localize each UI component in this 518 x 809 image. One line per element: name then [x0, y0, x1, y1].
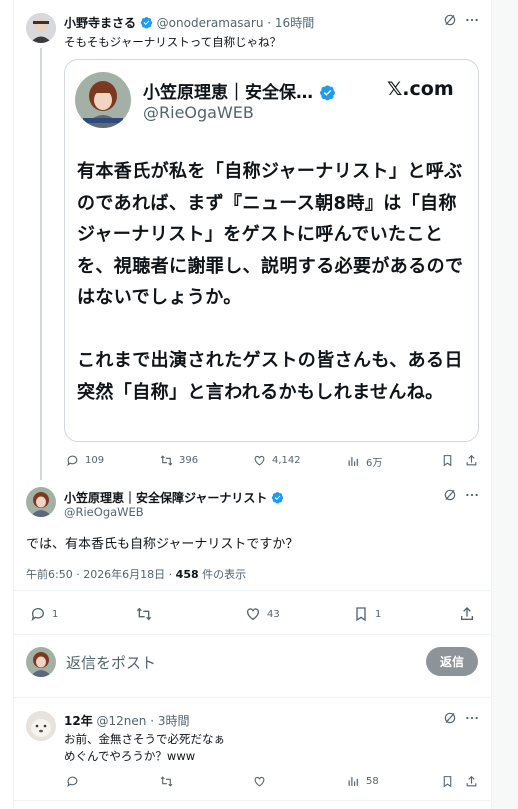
grok-icon[interactable] [443, 488, 457, 502]
post-time[interactable]: 16時間 [275, 16, 314, 30]
column-border-right [491, 0, 492, 809]
column-border-left [13, 0, 14, 809]
verified-badge-icon [272, 492, 284, 504]
quoted-author-handle: @RieOgaWEB [143, 103, 254, 122]
avatar[interactable] [26, 711, 56, 741]
views-count: 6万 [366, 458, 383, 469]
share-icon[interactable] [465, 454, 478, 467]
bookmark-icon[interactable] [441, 454, 454, 467]
quoted-paragraph: 有本香氏が私を「自称ジャーナリスト」と呼ぶのであれば、まず『ニュース朝8時』は「… [77, 161, 464, 308]
like-icon [247, 608, 259, 621]
author-handle[interactable]: @12nen [97, 714, 147, 728]
views-count: 458 [175, 568, 199, 581]
like-count: 43 [267, 608, 280, 620]
like-action[interactable]: 43 [245, 606, 280, 622]
repost-count: 396 [179, 455, 199, 466]
divider [14, 800, 491, 801]
repost-icon[interactable] [160, 775, 173, 788]
post-header: 12年 @12nen · 3時間 [64, 712, 190, 729]
share-icon[interactable] [459, 606, 475, 622]
bookmark-action[interactable]: 1 [353, 606, 381, 622]
bookmark-icon [356, 607, 366, 622]
quoted-avatar [75, 72, 131, 128]
verified-badge-icon [140, 17, 153, 29]
quoted-post-text: 有本香氏が私を「自称ジャーナリスト」と呼ぶのであれば、まず『ニュース朝8時』は「… [77, 156, 472, 440]
views-action[interactable]: 6万 [347, 454, 382, 469]
avatar[interactable] [26, 13, 56, 43]
conversation-page: 小野寺まさる @onoderamasaru · 16時間 そもそもジャーナリスト… [0, 0, 518, 809]
bookmark-count: 1 [375, 608, 382, 620]
reply-action[interactable]: 1 [30, 606, 58, 622]
separator-dot: · [150, 714, 155, 728]
post-header: 小野寺まさる @onoderamasaru · 16時間 [64, 14, 314, 31]
reply-count: 109 [85, 455, 105, 466]
avatar-photo [26, 711, 56, 741]
separator-dot: · [267, 16, 272, 30]
views-icon [348, 777, 358, 786]
reply-icon [31, 608, 44, 621]
author-name[interactable]: 小野寺まさる [64, 16, 136, 30]
avatar-photo [26, 487, 56, 517]
avatar-photo [26, 647, 56, 677]
post-timestamp[interactable]: 午前6:50 · 2026年6月18日 · [26, 568, 176, 581]
quoted-avatar-photo [75, 72, 131, 128]
bookmark-icon[interactable] [441, 775, 454, 788]
repost-icon [136, 607, 152, 621]
thread-connector-line [40, 48, 42, 480]
like-icon [254, 455, 265, 466]
post-text-line: めぐんでやろうか？www [64, 749, 196, 763]
divider [14, 590, 491, 591]
repost-action[interactable]: 396 [160, 454, 198, 467]
author-name[interactable]: 小笠原理恵｜安全保障ジャーナリスト [64, 491, 267, 505]
post-header: 小笠原理恵｜安全保障ジャーナリスト [64, 489, 284, 506]
views-action[interactable]: 58 [347, 775, 379, 788]
views-label: 件の表示 [198, 568, 247, 581]
grok-icon[interactable] [443, 13, 457, 27]
post-text: そもそもジャーナリストって自称じゃね？ [64, 35, 282, 49]
post-meta: 午前6:50 · 2026年6月18日 · 458 件の表示 [26, 566, 246, 582]
more-icon[interactable] [465, 713, 479, 723]
post-time[interactable]: 3時間 [158, 714, 190, 728]
repost-action[interactable] [136, 606, 158, 622]
reply-count: 1 [52, 608, 59, 620]
reply-input[interactable]: 返信をポスト [66, 652, 156, 673]
avatar[interactable] [26, 487, 56, 517]
like-action[interactable]: 4,142 [253, 454, 301, 467]
reply-action[interactable]: 109 [66, 454, 104, 467]
composer-avatar [26, 647, 56, 677]
share-icon[interactable] [465, 775, 478, 788]
reply-icon [67, 455, 78, 467]
views-count: 58 [366, 776, 379, 787]
quoted-author-row: 小笠原理恵｜安全保… [143, 78, 336, 103]
quoted-source-label: 𝕏.com [387, 78, 454, 100]
quoted-author-name: 小笠原理恵｜安全保… [143, 83, 313, 103]
right-gutter [492, 0, 518, 809]
reply-button[interactable]: 返信 [426, 647, 478, 676]
views-icon [348, 457, 358, 466]
verified-badge-icon [319, 85, 335, 101]
repost-icon [160, 455, 173, 466]
grok-icon[interactable] [443, 711, 457, 725]
more-icon[interactable] [465, 15, 479, 25]
divider [14, 634, 491, 635]
like-count: 4,142 [272, 455, 301, 466]
quoted-paragraph: これまで出演されたゲストの皆さんも、ある日突然「自称」と言われるかもしれませんね… [77, 350, 463, 403]
avatar-photo [26, 13, 56, 43]
author-name[interactable]: 12年 [64, 714, 93, 728]
like-icon[interactable] [253, 775, 266, 788]
post-text-line: お前、金無さそうで必死だなぁ [64, 732, 225, 746]
more-icon[interactable] [465, 490, 479, 500]
post-text: では、有本香氏も自称ジャーナリストですか？ [26, 537, 299, 552]
author-handle[interactable]: @onoderamasaru [157, 16, 264, 30]
quoted-post-card[interactable]: 小笠原理恵｜安全保… @RieOgaWEB 𝕏.com 有本香氏が私を「自称ジャ… [64, 59, 479, 442]
author-handle[interactable]: @RieOgaWEB [64, 505, 144, 519]
divider [14, 697, 491, 698]
reply-icon[interactable] [66, 775, 79, 788]
